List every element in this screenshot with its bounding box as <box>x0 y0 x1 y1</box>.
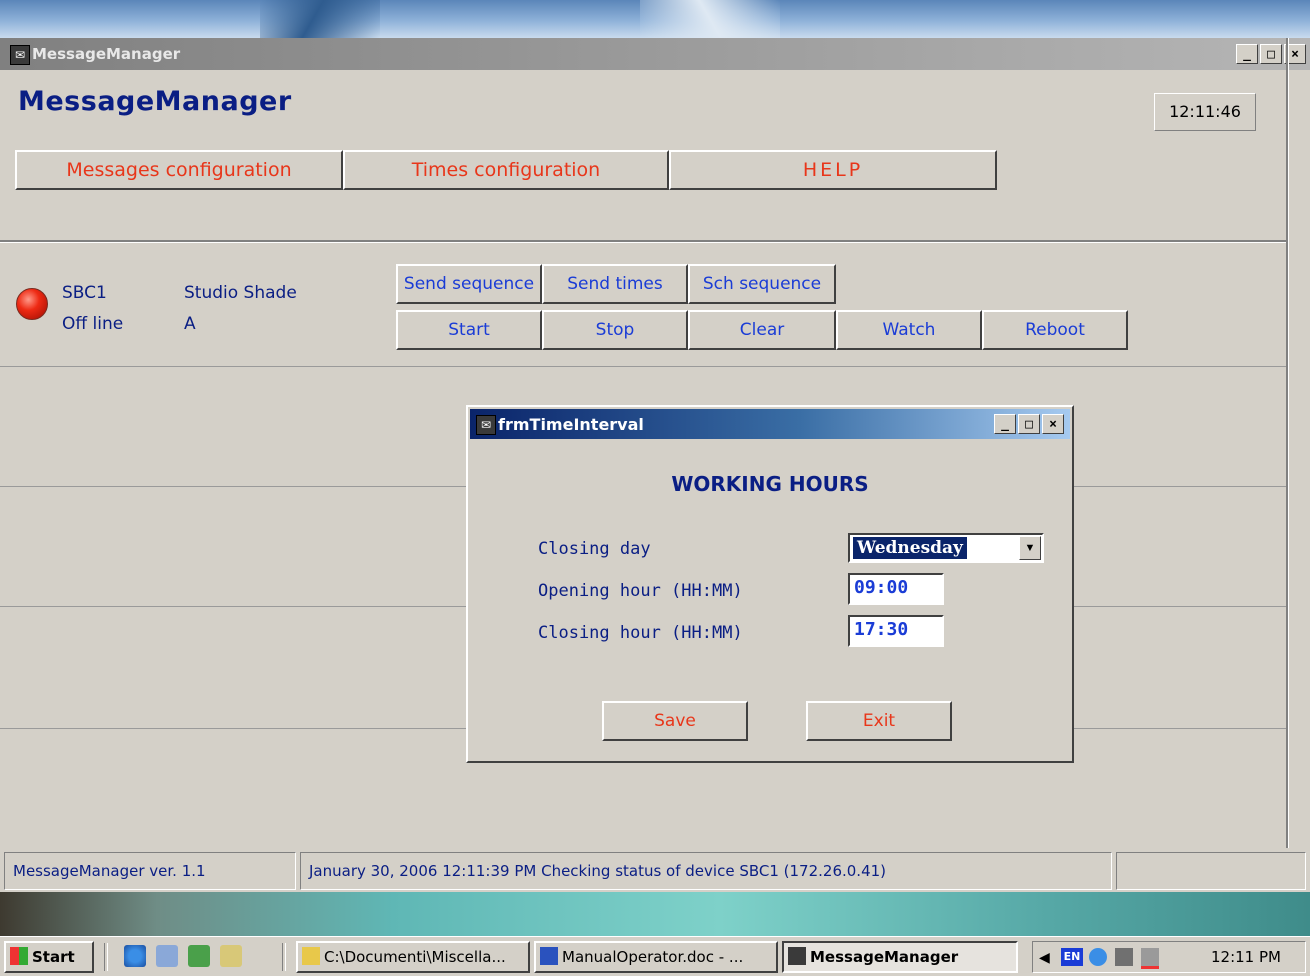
disconnected-network-icon[interactable] <box>1141 948 1159 969</box>
status-bar: MessageManager ver. 1.1 January 30, 2006… <box>0 848 1310 892</box>
dialog-maximize-button[interactable]: □ <box>1018 414 1040 434</box>
closing-day-select[interactable]: Wednesday ▼ <box>848 533 1044 563</box>
sch-sequence-button[interactable]: Sch sequence <box>688 264 836 304</box>
dialog-titlebar[interactable]: ✉ frmTimeInterval _ □ × <box>470 409 1070 439</box>
taskbar: Start C:\Documenti\Miscella... ManualOpe… <box>0 936 1310 976</box>
dialog-minimize-button[interactable]: _ <box>994 414 1016 434</box>
save-button[interactable]: Save <box>602 701 748 741</box>
clock-display: 12:11:46 <box>1154 93 1256 131</box>
status-panel-empty <box>1116 852 1306 890</box>
taskbar-item-word[interactable]: ManualOperator.doc - ... <box>534 941 778 973</box>
stop-button[interactable]: Stop <box>542 310 688 350</box>
taskbar-item-messagemanager[interactable]: MessageManager <box>782 941 1018 973</box>
status-message: January 30, 2006 12:11:39 PM Checking st… <box>300 852 1112 890</box>
device-group: A <box>184 314 196 334</box>
internet-explorer-icon[interactable] <box>124 945 146 967</box>
desktop-wallpaper-bottom <box>0 892 1310 936</box>
row-divider <box>0 366 1288 367</box>
system-tray: ◀ EN 12:11 PM <box>1032 941 1306 973</box>
send-sequence-button[interactable]: Send sequence <box>396 264 542 304</box>
app-title: MessageManager <box>18 86 292 117</box>
language-indicator[interactable]: EN <box>1061 948 1083 966</box>
device-name: SBC1 <box>62 283 107 303</box>
reboot-button[interactable]: Reboot <box>982 310 1128 350</box>
clear-button[interactable]: Clear <box>688 310 836 350</box>
closing-day-label: Closing day <box>538 539 651 559</box>
app-icon: ✉ <box>10 45 30 65</box>
status-led-icon <box>16 288 48 320</box>
taskbar-item-explorer[interactable]: C:\Documenti\Miscella... <box>296 941 530 973</box>
app-icon <box>788 947 806 965</box>
dialog-app-icon: ✉ <box>476 415 496 435</box>
status-version: MessageManager ver. 1.1 <box>4 852 296 890</box>
taskbar-item-label: MessageManager <box>810 948 959 966</box>
media-icon[interactable] <box>188 945 210 967</box>
watch-button[interactable]: Watch <box>836 310 982 350</box>
window-titlebar[interactable]: ✉ MessageManager _ □ × <box>0 38 1310 70</box>
closing-day-value: Wednesday <box>853 537 967 559</box>
dialog-title: frmTimeInterval <box>498 415 644 434</box>
taskbar-clock: 12:11 PM <box>1211 948 1281 966</box>
computer-icon[interactable] <box>1115 948 1133 966</box>
time-interval-dialog: ✉ frmTimeInterval _ □ × WORKING HOURS Cl… <box>466 405 1074 763</box>
taskbar-item-label: ManualOperator.doc - ... <box>562 948 744 966</box>
closing-hour-label: Closing hour (HH:MM) <box>538 623 743 643</box>
panel-border <box>1286 38 1289 848</box>
network-icon[interactable] <box>156 945 178 967</box>
exit-button[interactable]: Exit <box>806 701 952 741</box>
device-location: Studio Shade <box>184 283 297 303</box>
device-status: Off line <box>62 314 124 334</box>
folder-icon <box>302 947 320 965</box>
messages-configuration-button[interactable]: Messages configuration <box>15 150 343 190</box>
chevron-down-icon[interactable]: ▼ <box>1019 536 1041 560</box>
speaker-icon[interactable]: ◀ <box>1039 948 1057 966</box>
help-button[interactable]: HELP <box>669 150 997 190</box>
start-button[interactable]: Start <box>4 941 94 973</box>
send-times-button[interactable]: Send times <box>542 264 688 304</box>
desktop-wallpaper-top <box>0 0 1310 38</box>
taskbar-separator <box>104 943 108 971</box>
closing-hour-field[interactable]: 17:30 <box>848 615 944 647</box>
working-hours-heading: WORKING HOURS <box>671 472 869 496</box>
word-document-icon <box>540 947 558 965</box>
dialog-close-button[interactable]: × <box>1042 414 1064 434</box>
opening-hour-label: Opening hour (HH:MM) <box>538 581 743 601</box>
times-configuration-button[interactable]: Times configuration <box>343 150 669 190</box>
desktop-icon[interactable] <box>220 945 242 967</box>
network-status-icon[interactable] <box>1089 948 1107 966</box>
window-title: MessageManager <box>32 45 181 63</box>
start-button[interactable]: Start <box>396 310 542 350</box>
taskbar-item-label: C:\Documenti\Miscella... <box>324 948 506 966</box>
taskbar-separator <box>282 943 286 971</box>
section-divider <box>0 240 1286 243</box>
start-label: Start <box>32 948 75 966</box>
maximize-button[interactable]: □ <box>1260 44 1282 64</box>
windows-logo-icon <box>10 947 28 965</box>
opening-hour-field[interactable]: 09:00 <box>848 573 944 605</box>
minimize-button[interactable]: _ <box>1236 44 1258 64</box>
